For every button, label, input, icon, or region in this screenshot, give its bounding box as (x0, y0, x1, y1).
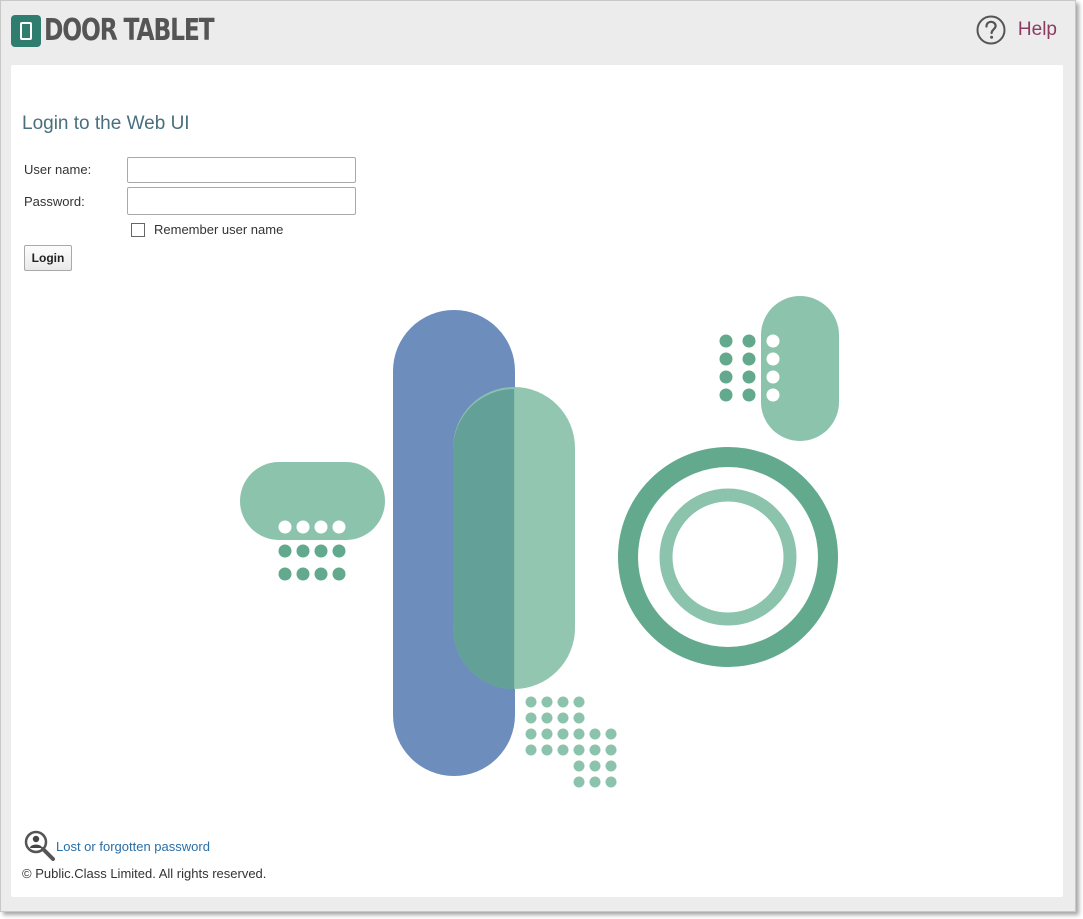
password-input[interactable] (127, 187, 356, 215)
door-tablet-logo[interactable]: DOOR TABLET (11, 14, 261, 48)
login-button[interactable]: Login (24, 245, 72, 271)
header: DOOR TABLET Help (1, 1, 1075, 63)
copyright: © Public.Class Limited. All rights reser… (22, 866, 267, 881)
remember-checkbox[interactable] (131, 223, 145, 237)
forgot-password[interactable]: Lost or forgotten password (24, 830, 210, 862)
page-title: Login to the Web UI (22, 113, 190, 134)
login-panel: Login to the Web UI User name: Password:… (11, 65, 1063, 897)
magnifier-user-icon (24, 830, 55, 861)
question-circle-icon (976, 15, 1006, 45)
help-label[interactable]: Help (1018, 19, 1057, 41)
username-input[interactable] (127, 157, 356, 183)
tablet-logo-icon (11, 15, 41, 47)
forgot-password-link[interactable]: Lost or forgotten password (56, 839, 210, 854)
help-link[interactable]: Help (976, 15, 1057, 45)
brand-name: DOOR TABLET (44, 13, 215, 48)
username-label: User name: (24, 162, 92, 177)
browser-window: DOOR TABLET Help Login to the Web UI Use… (0, 0, 1076, 912)
password-label: Password: (24, 194, 85, 209)
remember-label[interactable]: Remember user name (154, 222, 283, 237)
